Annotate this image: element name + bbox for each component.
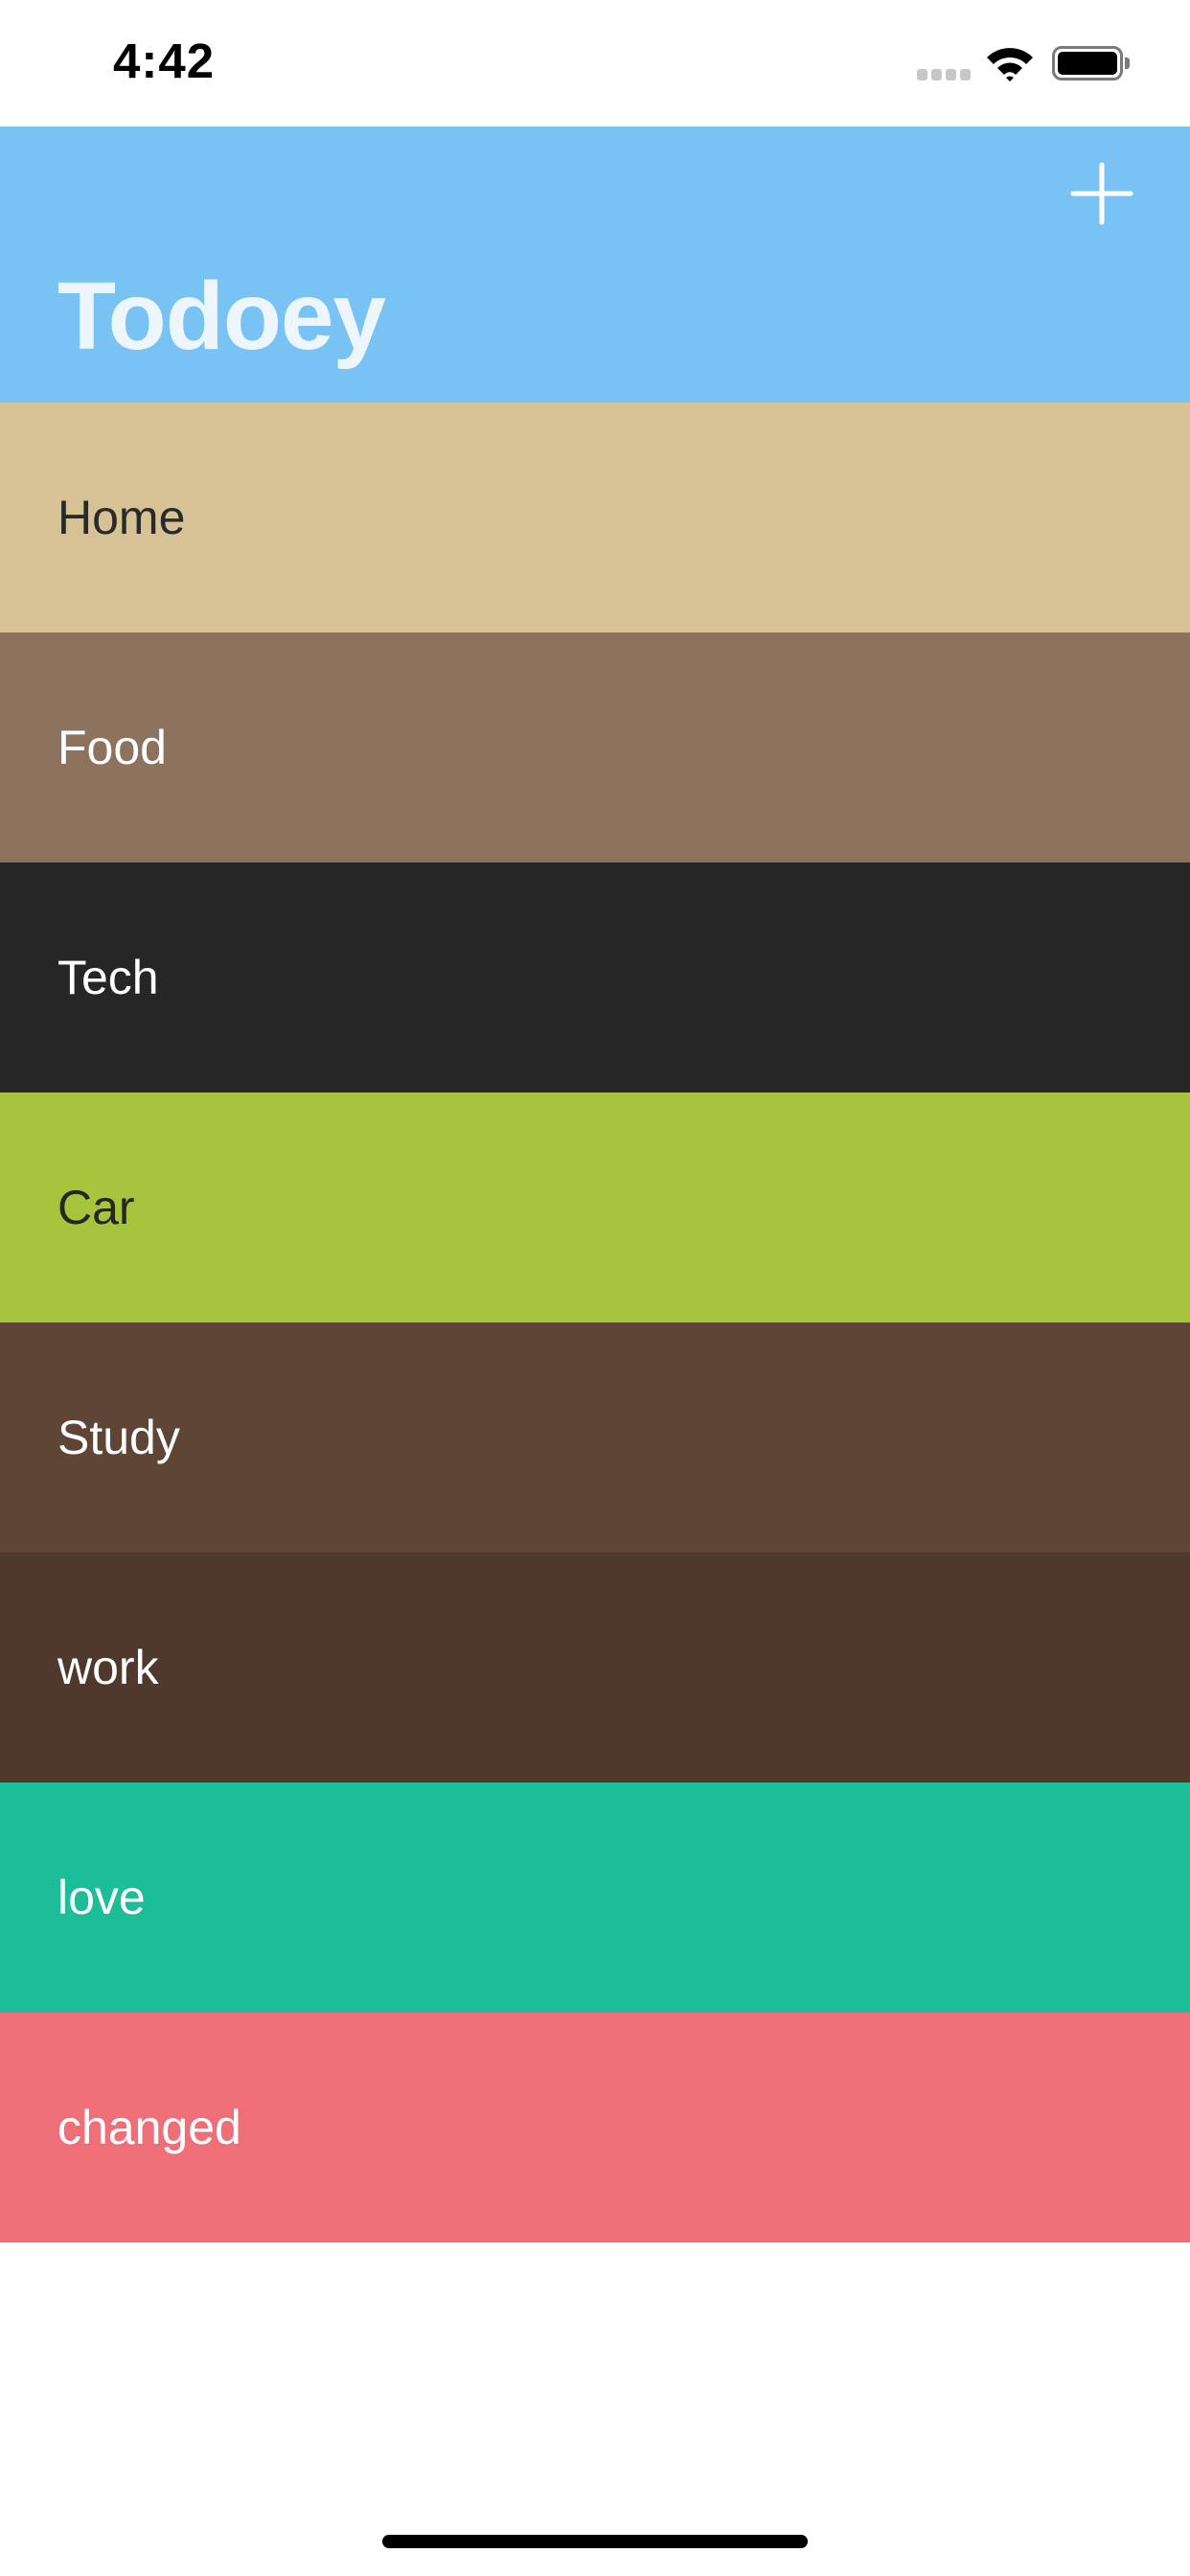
category-row[interactable]: Tech [0,862,1190,1092]
status-time: 4:42 [113,34,216,88]
cellular-signal-icon [917,69,973,80]
category-label: work [57,1641,159,1694]
category-row[interactable]: Home [0,402,1190,632]
category-row[interactable]: work [0,1552,1190,1782]
category-row[interactable]: changed [0,2012,1190,2242]
battery-nub [1125,58,1130,69]
home-indicator[interactable] [382,2535,808,2548]
status-bar: 4:42 [0,0,1190,126]
category-label: Study [57,1411,180,1464]
category-row[interactable]: Food [0,632,1190,862]
category-row[interactable]: Study [0,1322,1190,1552]
category-list: Home Food Tech Car Study work love changed [0,402,1190,2242]
navigation-bar: Todoey [0,126,1190,402]
category-label: Tech [57,951,159,1004]
battery-level [1058,52,1117,75]
wifi-icon [985,44,1035,82]
page-title: Todoey [57,263,386,370]
battery-icon [1052,46,1123,80]
plus-icon [1070,162,1133,225]
category-row[interactable]: love [0,1782,1190,2012]
category-label: Home [57,491,186,544]
category-row[interactable]: Car [0,1092,1190,1322]
category-label: love [57,1871,146,1924]
category-label: Car [57,1181,135,1234]
add-category-button[interactable] [1065,157,1138,230]
category-label: changed [57,2101,241,2154]
app-screen: 4:42 Todoey Home Food Tech Car Study wor… [0,0,1190,2576]
category-label: Food [57,721,167,774]
